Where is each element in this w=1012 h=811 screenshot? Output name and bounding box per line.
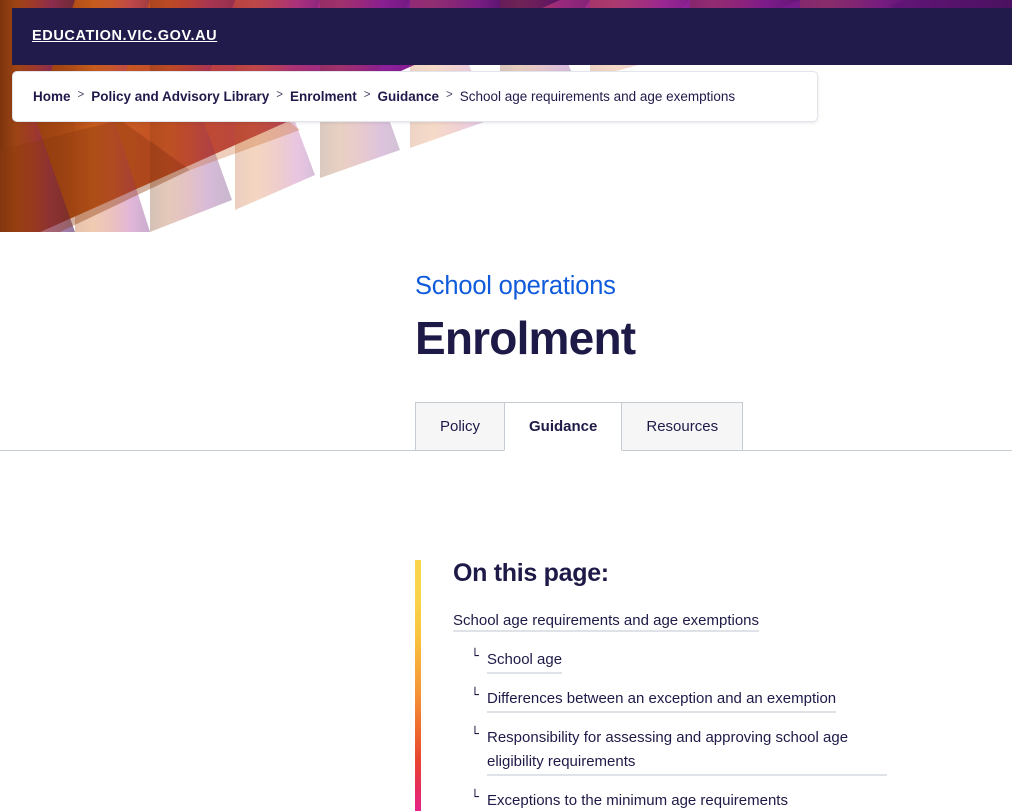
toc-link-exceptions-minimum-age[interactable]: Exceptions to the minimum age requiremen… xyxy=(487,789,788,811)
breadcrumb: Home > Policy and Advisory Library > Enr… xyxy=(12,71,818,122)
page-title-block: School operations Enrolment xyxy=(415,272,995,362)
tab-guidance[interactable]: Guidance xyxy=(504,402,623,451)
toc-link-school-age[interactable]: School age xyxy=(487,648,563,674)
accent-gradient-bar xyxy=(415,560,421,811)
breadcrumb-separator: > xyxy=(446,89,453,102)
tab-policy[interactable]: Policy xyxy=(415,402,506,451)
toc-link-differences-exception-exemption[interactable]: Differences between an exception and an … xyxy=(487,687,837,714)
toc-sub-item: └ Responsibility for assessing and appro… xyxy=(453,726,915,776)
elbow-branch-icon: └ xyxy=(471,688,479,703)
breadcrumb-item-enrolment[interactable]: Enrolment xyxy=(290,90,357,104)
on-this-page-panel: On this page: School age requirements an… xyxy=(415,559,915,811)
breadcrumb-item-current: School age requirements and age exemptio… xyxy=(459,88,736,104)
breadcrumb-item-policy-and-advisory-library[interactable]: Policy and Advisory Library xyxy=(91,90,269,104)
toc-link-school-age-requirements[interactable]: School age requirements and age exemptio… xyxy=(453,611,760,632)
site-logo[interactable]: EDUCATION.VIC.GOV.AU xyxy=(32,29,217,44)
breadcrumb-item-guidance[interactable]: Guidance xyxy=(378,90,440,104)
page-eyebrow: School operations xyxy=(415,272,616,300)
toc-item-top: School age requirements and age exemptio… xyxy=(453,609,915,632)
breadcrumb-separator: > xyxy=(77,89,85,102)
elbow-branch-icon: └ xyxy=(471,789,479,805)
page-root: EDUCATION.VIC.GOV.AU Home > Policy and A… xyxy=(0,0,1012,811)
tab-bar: Policy Guidance Resources xyxy=(0,401,1012,451)
breadcrumb-separator: > xyxy=(276,89,284,102)
site-header: EDUCATION.VIC.GOV.AU xyxy=(12,8,1012,65)
toc-link-responsibility-assessing-approving[interactable]: Responsibility for assessing and approvi… xyxy=(487,726,887,776)
toc-sub-item: └ Differences between an exception and a… xyxy=(453,687,915,714)
breadcrumb-separator: > xyxy=(363,89,371,102)
breadcrumb-list: Home > Policy and Advisory Library > Enr… xyxy=(33,90,735,104)
breadcrumb-item-home[interactable]: Home xyxy=(33,90,71,104)
toc-sub-item: └ Exceptions to the minimum age requirem… xyxy=(453,789,915,811)
on-this-page-heading: On this page: xyxy=(453,559,609,587)
tab-list: Policy Guidance Resources xyxy=(415,402,744,451)
tab-resources[interactable]: Resources xyxy=(621,402,744,451)
elbow-branch-icon: └ xyxy=(471,727,479,743)
toc-sub-item: └ School age xyxy=(453,648,915,674)
elbow-branch-icon: └ xyxy=(471,648,479,664)
page-title: Enrolment xyxy=(415,311,636,364)
